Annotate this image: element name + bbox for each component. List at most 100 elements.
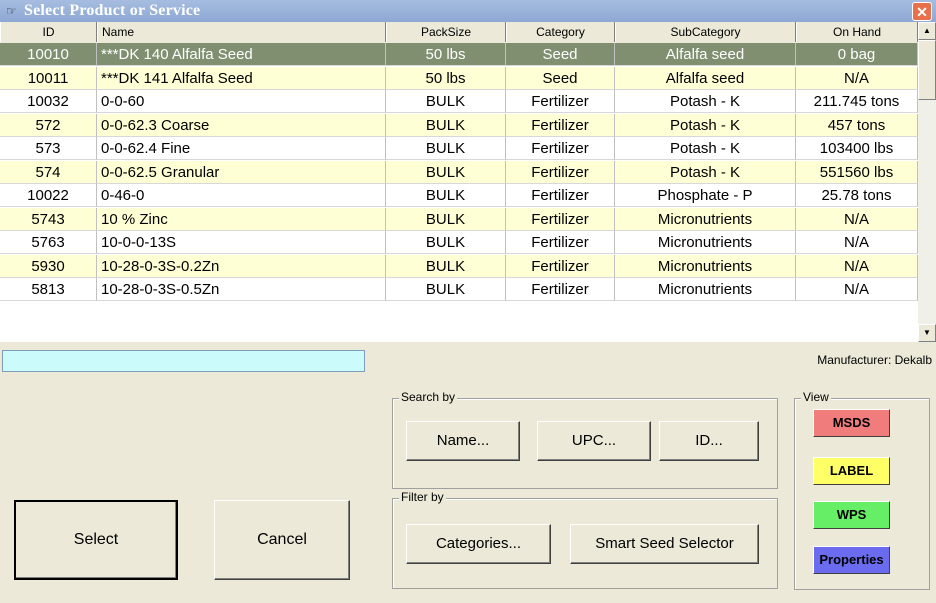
cell-name: ***DK 140 Alfalfa Seed (97, 43, 386, 66)
smart-seed-selector-button[interactable]: Smart Seed Selector (570, 524, 759, 564)
search-by-group: Search by Name... UPC... ID... (392, 390, 778, 489)
table-row[interactable]: 5813 10-28-0-3S-0.5Zn BULK Fertilizer Micron… (0, 278, 918, 301)
wps-label: WPS (836, 507, 867, 522)
column-header-subcategory[interactable]: SubCategory (615, 22, 796, 42)
filter-by-label: Filter by (399, 490, 446, 504)
cell-name: 0-0-62.5 Granular (97, 160, 386, 184)
msds-button[interactable]: MSDS (813, 409, 890, 437)
grid-header: ID Name PackSize Category SubCategory On… (0, 22, 918, 44)
scroll-down-icon[interactable]: ▼ (918, 324, 936, 342)
cell-packsize: BULK (386, 184, 506, 207)
table-row[interactable]: 572 0-0-62.3 Coarse BULK Fertilizer Potash -… (0, 113, 918, 137)
pointing-hand-icon: ☞ (6, 4, 17, 18)
cell-subcategory: Micronutrients (615, 207, 796, 231)
scroll-thumb[interactable] (918, 40, 936, 100)
scroll-up-icon[interactable]: ▲ (918, 22, 936, 40)
label-label: LABEL (829, 463, 874, 478)
msds-label: MSDS (832, 415, 871, 430)
cell-onhand: 0 bag (796, 43, 918, 66)
cell-name: 10-0-0-13S (97, 231, 386, 254)
cell-onhand: N/A (796, 278, 918, 301)
table-row[interactable]: 10032 0-0-60 BULK Fertilizer Potash - K 211.7… (0, 90, 918, 113)
cell-name: 10-28-0-3S-0.5Zn (97, 278, 386, 301)
product-grid[interactable]: ID Name PackSize Category SubCategory On… (0, 22, 918, 342)
cell-subcategory: Alfalfa seed (615, 66, 796, 90)
cell-category: Fertilizer (506, 278, 615, 301)
cell-id: 10022 (0, 184, 97, 207)
column-header-category[interactable]: Category (506, 22, 615, 42)
search-input[interactable] (2, 350, 365, 372)
cell-onhand: N/A (796, 66, 918, 90)
table-row[interactable]: 5763 10-0-0-13S BULK Fertilizer Micronutrien… (0, 231, 918, 254)
table-row[interactable]: 10011 ***DK 141 Alfalfa Seed 50 lbs Seed Alf… (0, 66, 918, 90)
select-button[interactable]: Select (14, 500, 178, 580)
cell-packsize: BULK (386, 254, 506, 278)
label-button[interactable]: LABEL (813, 457, 890, 485)
column-header-id[interactable]: ID (0, 22, 97, 42)
view-group: View MSDS LABEL WPS Properties (794, 390, 930, 590)
table-row[interactable]: 574 0-0-62.5 Granular BULK Fertilizer Potash… (0, 160, 918, 184)
cell-onhand: N/A (796, 231, 918, 254)
cell-subcategory: Potash - K (615, 90, 796, 113)
cell-name: 0-0-62.3 Coarse (97, 113, 386, 137)
categories-button[interactable]: Categories... (406, 524, 551, 564)
view-label: View (801, 390, 831, 404)
grid-scrollbar[interactable]: ▲ ▼ (918, 22, 936, 342)
manufacturer-label: Manufacturer: Dekalb (817, 353, 932, 367)
cell-category: Fertilizer (506, 113, 615, 137)
cell-subcategory: Phosphate - P (615, 184, 796, 207)
smart-seed-selector-label: Smart Seed Selector (595, 535, 734, 552)
cell-subcategory: Micronutrients (615, 231, 796, 254)
cell-subcategory: Micronutrients (615, 278, 796, 301)
close-button[interactable]: ✕ (912, 2, 932, 21)
cell-subcategory: Micronutrients (615, 254, 796, 278)
cell-packsize: 50 lbs (386, 66, 506, 90)
categories-label: Categories... (435, 535, 522, 552)
cell-subcategory: Potash - K (615, 137, 796, 160)
cell-id: 5743 (0, 207, 97, 231)
cancel-button[interactable]: Cancel (214, 500, 350, 580)
cell-onhand: 551560 lbs (796, 160, 918, 184)
cell-id: 10011 (0, 66, 97, 90)
properties-button[interactable]: Properties (813, 546, 890, 574)
cell-id: 10010 (0, 43, 97, 66)
cell-packsize: BULK (386, 137, 506, 160)
cell-onhand: N/A (796, 207, 918, 231)
select-label: Select (73, 531, 119, 548)
cell-id: 5763 (0, 231, 97, 254)
column-header-onhand[interactable]: On Hand (796, 22, 918, 42)
cancel-label: Cancel (257, 531, 307, 548)
cell-category: Fertilizer (506, 184, 615, 207)
properties-label: Properties (819, 552, 884, 567)
wps-button[interactable]: WPS (813, 501, 890, 529)
search-by-label: Search by (399, 390, 458, 404)
cell-packsize: BULK (386, 231, 506, 254)
search-name-button[interactable]: Name... (406, 421, 520, 461)
cell-name: 0-0-60 (97, 90, 386, 113)
table-row[interactable]: 573 0-0-62.4 Fine BULK Fertilizer Potash - K… (0, 137, 918, 160)
column-header-packsize[interactable]: PackSize (386, 22, 506, 42)
cell-packsize: BULK (386, 160, 506, 184)
cell-subcategory: Potash - K (615, 160, 796, 184)
cell-id: 10032 (0, 90, 97, 113)
cell-category: Fertilizer (506, 137, 615, 160)
search-id-button[interactable]: ID... (659, 421, 759, 461)
cell-packsize: BULK (386, 90, 506, 113)
cell-category: Seed (506, 66, 615, 90)
cell-category: Fertilizer (506, 207, 615, 231)
search-id-label: ID... (695, 432, 723, 449)
cell-id: 573 (0, 137, 97, 160)
cell-name: 10 % Zinc (97, 207, 386, 231)
cell-onhand: N/A (796, 254, 918, 278)
cell-packsize: BULK (386, 278, 506, 301)
cell-name: 10-28-0-3S-0.2Zn (97, 254, 386, 278)
table-row[interactable]: 5930 10-28-0-3S-0.2Zn BULK Fertilizer Micron… (0, 254, 918, 278)
search-name-label: Name... (436, 432, 490, 449)
table-row[interactable]: 10010 ***DK 140 Alfalfa Seed 50 lbs Seed Alf… (0, 43, 918, 66)
search-upc-button[interactable]: UPC... (537, 421, 651, 461)
cell-id: 5813 (0, 278, 97, 301)
column-header-name[interactable]: Name (97, 22, 386, 42)
table-row[interactable]: 10022 0-46-0 BULK Fertilizer Phosphate - P 25… (0, 184, 918, 207)
table-row[interactable]: 5743 10 % Zinc BULK Fertilizer Micronutrient… (0, 207, 918, 231)
window-title: Select Product or Service (24, 2, 201, 19)
